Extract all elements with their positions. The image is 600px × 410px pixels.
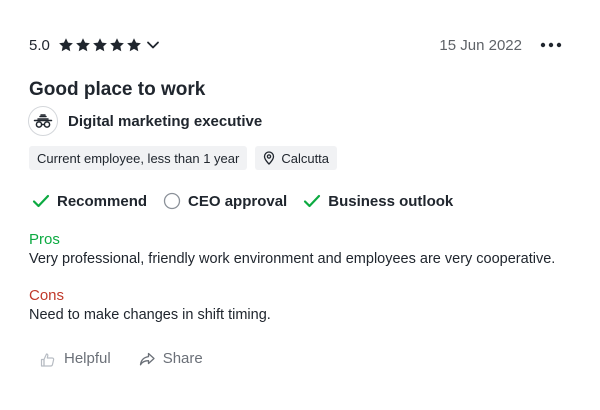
review-title: Good place to work [29, 79, 206, 100]
star-icon [109, 37, 125, 53]
share-label: Share [162, 350, 203, 367]
star-icon [92, 37, 108, 53]
review-tags: Current employee, less than 1 year Calcu… [29, 146, 338, 170]
job-briefcase-icon [28, 106, 58, 136]
chevron-down-icon[interactable] [146, 38, 160, 52]
star-icon [58, 37, 74, 53]
employment-status-tag: Current employee, less than 1 year [29, 146, 248, 170]
star-rating [58, 37, 142, 53]
location-tag: Calcutta [255, 146, 338, 170]
sentiment-indicators: Recommend CEO approval Business outlook [32, 192, 469, 210]
checkmark-icon [32, 194, 50, 208]
pros-heading: Pros [29, 231, 60, 248]
star-icon [75, 37, 91, 53]
business-outlook-indicator: Business outlook [303, 192, 453, 210]
cons-text: Need to make changes in shift timing. [29, 307, 271, 323]
helpful-label: Helpful [64, 350, 111, 367]
helpful-hand-icon [40, 352, 55, 367]
business-outlook-label: Business outlook [328, 192, 454, 210]
ceo-approval-label: CEO approval [188, 192, 288, 210]
more-options-icon[interactable] [540, 41, 562, 49]
share-icon [139, 352, 155, 365]
review-date: 15 Jun 2022 [439, 36, 522, 54]
helpful-button[interactable]: Helpful [40, 350, 111, 367]
share-button[interactable]: Share [139, 350, 203, 367]
review-card: 5.0 15 Jun 2022 Good place to work Digit… [0, 0, 600, 410]
review-header: 5.0 15 Jun 2022 [29, 34, 562, 56]
circle-neutral-icon [163, 192, 181, 210]
location-label: Calcutta [281, 150, 330, 166]
checkmark-icon [304, 194, 321, 208]
location-pin-icon [264, 151, 275, 165]
rating-value: 5.0 [29, 36, 50, 54]
pros-text: Very professional, friendly work environ… [29, 251, 556, 267]
recommend-label: Recommend [57, 192, 148, 210]
job-title: Digital marketing executive [68, 112, 263, 130]
star-icon [126, 37, 142, 53]
employment-status-label: Current employee, less than 1 year [37, 150, 240, 166]
recommend-indicator: Recommend [32, 192, 147, 210]
review-actions: Helpful Share [40, 350, 231, 367]
cons-heading: Cons [29, 287, 65, 304]
ceo-approval-indicator: CEO approval [163, 192, 287, 210]
job-info: Digital marketing executive [28, 106, 262, 136]
